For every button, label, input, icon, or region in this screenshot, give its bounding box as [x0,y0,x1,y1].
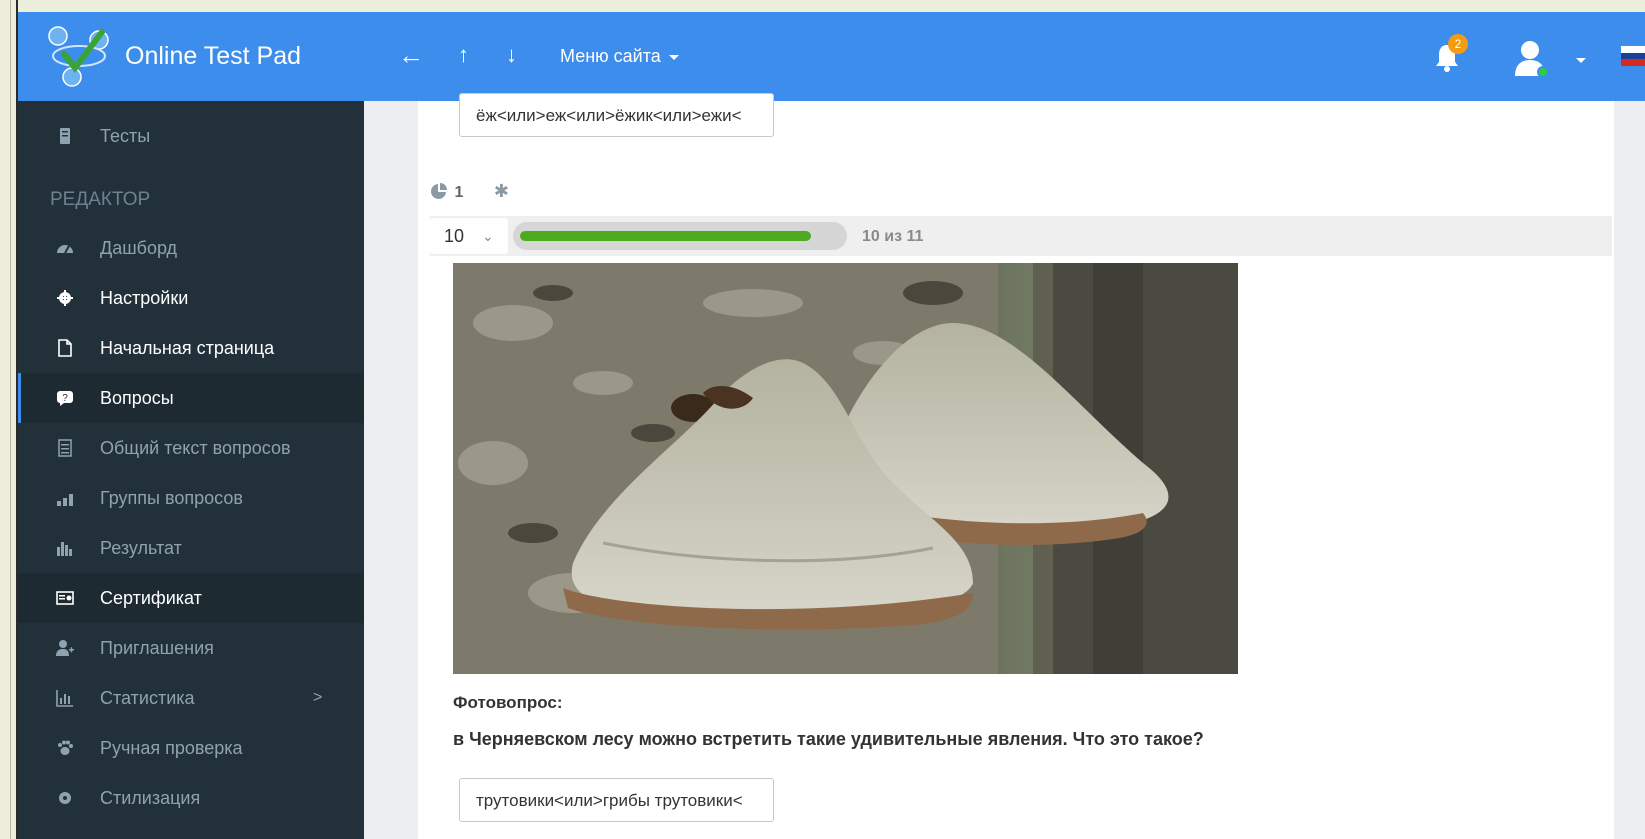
sidebar-item-label: Стилизация [100,788,201,808]
sidebar-item-label: Ручная проверка [100,738,243,758]
question-text: в Черняевском лесу можно встретить такие… [453,729,1204,749]
notification-badge: 2 [1448,34,1468,54]
progress-bar [513,222,847,250]
sidebar: Тесты РЕДАКТОР Дашборд Настройки Начальн… [18,101,367,839]
user-plus-icon [56,640,74,656]
move-up-button[interactable]: ↑ [458,42,469,68]
site-menu-dropdown[interactable]: Меню сайта [560,46,679,67]
site-menu-label: Меню сайта [560,46,661,66]
sidebar-item-label: Сертификат [100,588,202,608]
svg-text:?: ? [62,393,68,404]
gear-icon [57,290,73,306]
sidebar-section-header: РЕДАКТОР [50,189,151,210]
brush-icon [59,792,71,804]
bar-chart-icon [57,542,72,556]
list-icon [58,439,72,457]
question-icon: ? [57,391,73,406]
progress-fill [520,231,811,241]
sidebar-item-manual-check[interactable]: Ручная проверка [18,723,364,773]
sidebar-item-start-page[interactable]: Начальная страница [18,323,364,373]
progress-text: 10 из 11 [862,228,924,245]
sidebar-item-certificate[interactable]: Сертификат [18,573,364,623]
question-type-label: Фотовопрос: [453,693,563,712]
russian-flag-icon[interactable] [1621,46,1645,66]
sidebar-item-label: Группы вопросов [100,488,243,508]
question-number-select[interactable]: 10 ⌄ [430,218,508,254]
back-arrow-button[interactable]: ← [398,40,424,71]
sidebar-item-settings[interactable]: Настройки [18,273,364,323]
chevron-down-icon [668,54,679,60]
certificate-icon [56,591,74,605]
sidebar-item-label: Тесты [100,126,151,146]
stats-icon [56,690,73,707]
sidebar-item-label: Результат [100,538,182,558]
paw-icon [58,740,73,755]
sidebar-item-dashboard[interactable]: Дашборд [18,223,364,273]
frame-border-light [10,0,11,839]
sidebar-item-common-text[interactable]: Общий текст вопросов [18,423,364,473]
required-asterisk-icon[interactable]: ✱ [494,181,509,201]
chevron-right-icon[interactable]: > [313,689,322,707]
groups-icon [57,494,73,506]
question-card: ёж<или>еж<или>ёжик<или>ежи< 1 ✱ 10 ⌄ 10 … [418,93,1614,839]
sidebar-item-label: Настройки [100,288,189,308]
sidebar-item-invitations[interactable]: Приглашения [18,623,364,673]
question-number: 10 [444,226,465,246]
sidebar-item-result[interactable]: Результат [18,523,364,573]
sidebar-item-label: Статистика [100,688,195,708]
sidebar-item-questions[interactable]: ? Вопросы [18,373,367,423]
sidebar-item-label: Дашборд [100,238,178,258]
user-menu-chevron-icon[interactable] [1576,58,1586,63]
question-meta: 1 ✱ [430,181,509,202]
top-navbar: Online Test Pad ← ↑ ↓ Меню сайта 2 [18,12,1645,101]
logo-icon[interactable] [44,24,114,88]
pie-chart-icon [431,183,447,199]
user-avatar-icon[interactable] [1512,38,1552,78]
sidebar-item-styling[interactable]: Стилизация [18,773,364,823]
question-weight: 1 [454,184,464,201]
brand-title[interactable]: Online Test Pad [125,42,301,71]
sidebar-item-label: Начальная страница [100,338,275,358]
page-icon [58,339,72,357]
document-icon [60,128,70,144]
sidebar-item-statistics[interactable]: Статистика > [18,673,364,723]
question-navigation-bar: 10 ⌄ 10 из 11 [430,216,1612,256]
sidebar-item-label: Общий текст вопросов [100,438,291,458]
answer-input[interactable]: трутовики<или>грибы трутовики< [459,778,774,822]
sidebar-item-label: Вопросы [100,388,174,408]
chevron-down-icon: ⌄ [482,228,494,244]
move-down-button[interactable]: ↓ [506,42,517,68]
previous-answer-input[interactable]: ёж<или>еж<или>ёжик<или>ежи< [459,93,774,137]
sidebar-item-question-groups[interactable]: Группы вопросов [18,473,364,523]
tinder-fungus-photo [453,263,1238,674]
dashboard-icon [57,245,73,254]
sidebar-item-label: Приглашения [100,638,214,658]
sidebar-item-tests[interactable]: Тесты [18,111,364,161]
